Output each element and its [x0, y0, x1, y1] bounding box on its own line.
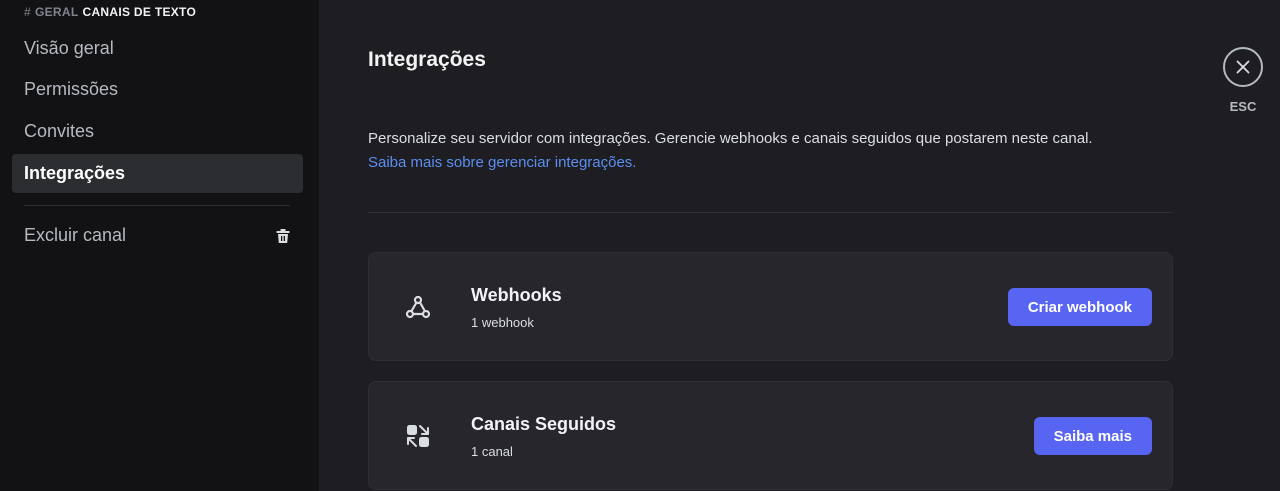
sidebar-item-integrations[interactable]: Integrações: [12, 154, 303, 193]
sidebar-item-permissions[interactable]: Permissões: [12, 70, 303, 109]
close-icon: [1236, 60, 1250, 74]
channel-name: GERAL: [34, 5, 79, 19]
sidebar-item-label: Permissões: [24, 79, 119, 99]
sidebar-item-invites[interactable]: Convites: [12, 112, 303, 151]
trash-icon: [275, 228, 291, 244]
followed-channels-icon: [402, 420, 434, 452]
card-title: Canais Seguidos: [471, 414, 617, 434]
webhook-icon: [402, 291, 434, 323]
close-control: ESC: [1221, 47, 1265, 114]
hash-icon: #: [24, 5, 31, 19]
page-title: Integrações: [368, 48, 486, 71]
channel-category: CANAIS DE TEXTO: [82, 5, 197, 19]
sidebar-item-overview[interactable]: Visão geral: [12, 29, 303, 68]
sidebar-header: # GERAL CANAIS DE TEXTO: [24, 5, 196, 19]
sidebar-divider: [24, 205, 290, 206]
card-subtitle: 1 canal: [471, 444, 513, 459]
sidebar-item-label: Integrações: [24, 163, 126, 183]
description-text: Personalize seu servidor com integrações…: [368, 130, 1093, 147]
sidebar-item-label: Visão geral: [24, 38, 114, 58]
close-button[interactable]: [1223, 47, 1263, 87]
sidebar-item-delete-channel[interactable]: Excluir canal: [12, 216, 303, 255]
learn-more-link[interactable]: Saiba mais sobre gerenciar integrações.: [368, 151, 1188, 175]
content-divider: [368, 212, 1173, 213]
page-description: Personalize seu servidor com integrações…: [368, 127, 1188, 175]
sidebar-item-label: Excluir canal: [24, 225, 127, 245]
sidebar-item-label: Convites: [24, 121, 95, 141]
sidebar: # GERAL CANAIS DE TEXTO Visão geral Perm…: [0, 0, 319, 491]
main-content: Integrações Personalize seu servidor com…: [319, 0, 1280, 491]
esc-label: ESC: [1229, 99, 1257, 114]
webhooks-card[interactable]: Webhooks 1 webhook Criar webhook: [368, 252, 1173, 361]
followed-channels-card[interactable]: Canais Seguidos 1 canal Saiba mais: [368, 381, 1173, 490]
create-webhook-button[interactable]: Criar webhook: [1007, 288, 1152, 326]
settings-window: # GERAL CANAIS DE TEXTO Visão geral Perm…: [0, 0, 1280, 491]
learn-more-button[interactable]: Saiba mais: [1033, 417, 1152, 455]
card-subtitle: 1 webhook: [471, 315, 534, 330]
card-title: Webhooks: [471, 285, 562, 305]
